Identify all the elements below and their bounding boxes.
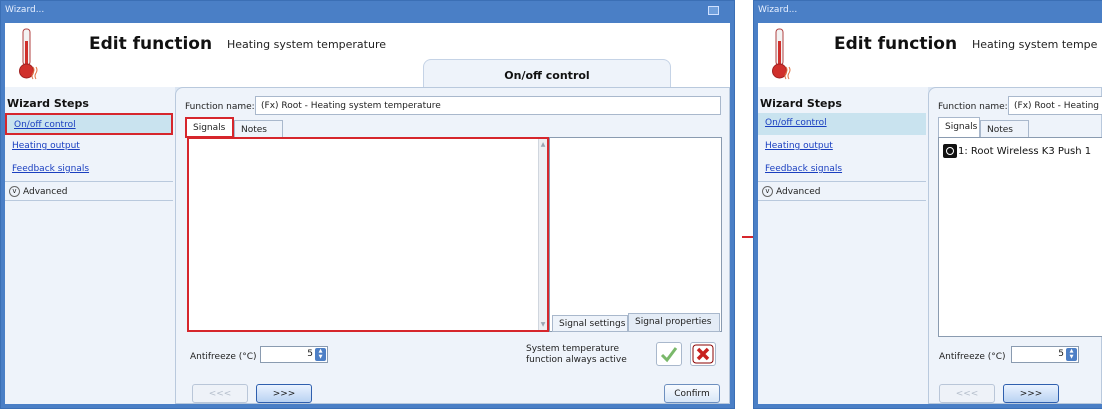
tab-notes[interactable]: Notes — [980, 120, 1029, 137]
header-after: Edit function Heating system tempe — [758, 23, 1102, 87]
system-temp-label: System temperature function always activ… — [526, 344, 627, 365]
wizard-window-after: Wizard... Edit function Heating system t… — [753, 0, 1102, 409]
window-body-after: Edit function Heating system tempe Wizar… — [758, 23, 1102, 404]
window-title: Wizard... — [5, 5, 45, 15]
next-button[interactable]: >>> — [1003, 384, 1059, 403]
window-title-after: Wizard... — [758, 5, 798, 15]
function-name-label: Function name: — [938, 102, 1008, 112]
tab-signal-settings[interactable]: Signal settings — [552, 315, 628, 332]
sidebar-advanced-toggle[interactable]: v Advanced — [758, 181, 926, 201]
page-title: Edit function — [89, 34, 213, 54]
page-subtitle-after: Heating system tempe — [972, 38, 1098, 51]
signal-properties-panel — [549, 137, 722, 332]
signal-item-label: 1: Root Wireless K3 Push 1 — [958, 146, 1092, 157]
window-titlebar-after[interactable]: Wizard... — [754, 1, 1102, 21]
close-icon — [692, 344, 714, 364]
wizard-sidebar: Wizard Steps On/off control Heating outp… — [5, 87, 175, 404]
chevron-down-icon: v — [9, 186, 20, 197]
back-button[interactable]: <<< — [192, 384, 248, 403]
signals-list[interactable]: ▲ ▼ — [187, 137, 549, 332]
main-panel: Function name: (Fx) Root - Heating syste… — [175, 87, 730, 404]
chevron-down-icon: v — [762, 186, 773, 197]
antifreeze-value: 5 — [1058, 349, 1064, 359]
wizard-window: Wizard... Edit function Heating system t… — [0, 0, 735, 409]
enable-check-button[interactable] — [656, 342, 682, 366]
window-body: Edit function Heating system temperature… — [5, 23, 730, 404]
sidebar-advanced-toggle[interactable]: v Advanced — [5, 181, 173, 201]
antifreeze-label: Antifreeze (°C) — [190, 352, 257, 362]
next-button[interactable]: >>> — [256, 384, 312, 403]
confirm-button[interactable]: Confirm — [664, 384, 720, 403]
sidebar-heading: Wizard Steps — [7, 97, 89, 110]
wireless-push-icon — [943, 144, 957, 158]
sidebar-item-feedback-signals[interactable]: Feedback signals — [5, 159, 173, 181]
page-subtitle: Heating system temperature — [227, 38, 387, 51]
sidebar-item-heating-output[interactable]: Heating output — [758, 136, 926, 158]
current-step-tab: On/off control — [423, 59, 671, 87]
signals-list[interactable]: 1: Root Wireless K3 Push 1 — [938, 137, 1102, 337]
tab-signal-properties[interactable]: Signal properties — [628, 313, 720, 332]
function-name-input[interactable]: (Fx) Root - Heating sy — [1008, 96, 1102, 115]
sidebar-item-on-off-control[interactable]: On/off control — [5, 113, 173, 135]
tab-signals[interactable]: Signals — [938, 117, 980, 138]
function-name-label: Function name: — [185, 102, 255, 112]
sidebar-advanced-label: Advanced — [23, 187, 68, 197]
tab-notes[interactable]: Notes — [234, 120, 283, 137]
window-titlebar[interactable]: Wizard... — [1, 1, 734, 21]
tab-signals[interactable]: Signals — [185, 117, 234, 138]
page-title-after: Edit function — [834, 34, 958, 54]
list-item[interactable]: 1: Root Wireless K3 Push 1 — [943, 144, 1091, 158]
wizard-sidebar-after: Wizard Steps On/off control Heating outp… — [758, 87, 928, 404]
main-panel-after: Function name: (Fx) Root - Heating sy Si… — [928, 87, 1102, 404]
disable-cross-button[interactable] — [690, 342, 716, 366]
spinner-arrows-icon[interactable]: ▲ ▼ — [315, 348, 326, 361]
back-button[interactable]: <<< — [939, 384, 995, 403]
header: Edit function Heating system temperature… — [5, 23, 730, 87]
scrollbar[interactable]: ▲ ▼ — [538, 139, 547, 330]
function-name-input[interactable]: (Fx) Root - Heating system temperature — [255, 96, 721, 115]
sidebar-item-on-off-control[interactable]: On/off control — [758, 113, 926, 135]
sidebar-heading-after: Wizard Steps — [760, 97, 842, 110]
check-icon — [660, 347, 678, 363]
sidebar-item-heating-output[interactable]: Heating output — [5, 136, 173, 158]
scroll-up-icon[interactable]: ▲ — [540, 141, 546, 148]
scroll-down-icon[interactable]: ▼ — [540, 321, 546, 328]
antifreeze-label: Antifreeze (°C) — [939, 352, 1006, 362]
antifreeze-spinner[interactable]: 5 ▲ ▼ — [1011, 346, 1079, 363]
thermometer-icon — [772, 28, 791, 80]
sidebar-advanced-label: Advanced — [776, 187, 821, 197]
thermometer-icon — [19, 28, 38, 80]
antifreeze-spinner[interactable]: 5 ▲ ▼ — [260, 346, 328, 363]
maximize-icon[interactable] — [708, 6, 719, 15]
sidebar-item-feedback-signals[interactable]: Feedback signals — [758, 159, 926, 181]
antifreeze-value: 5 — [307, 349, 313, 359]
spinner-arrows-icon[interactable]: ▲ ▼ — [1066, 348, 1077, 361]
